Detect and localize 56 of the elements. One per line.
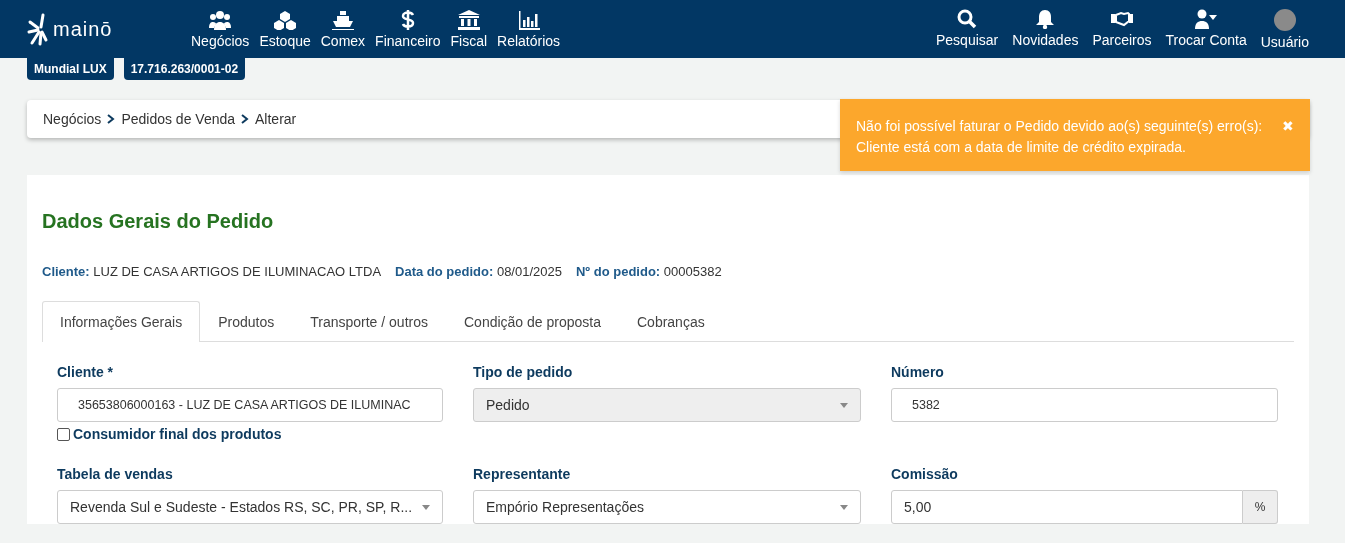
bell-icon — [1034, 8, 1057, 29]
nav-item[interactable]: Comex — [320, 7, 366, 51]
cubes-icon — [274, 9, 297, 30]
field-label: Número — [891, 364, 945, 380]
field-label: Tabela de vendas — [57, 466, 174, 482]
field-label: Representante — [473, 466, 572, 482]
caret-down-icon — [840, 402, 848, 408]
number-field[interactable]: 5,00 — [891, 490, 1243, 524]
nav-item[interactable]: Trocar Conta — [1165, 6, 1247, 52]
summary-item: Nº do pedido: 00005382 — [576, 264, 722, 279]
logo-text: mainō — [53, 17, 113, 41]
nav-item[interactable]: Negócios — [191, 7, 250, 51]
tab[interactable]: Transporte / outros — [292, 301, 446, 342]
nav-item[interactable]: Novidades — [1012, 6, 1079, 52]
nav-item[interactable]: Parceiros — [1092, 6, 1152, 52]
field-label: Tipo de pedido — [473, 364, 574, 380]
section-title: Dados Gerais do Pedido — [42, 209, 275, 233]
chevron-right-icon — [241, 114, 250, 124]
user-menu[interactable]: Usuário — [1260, 6, 1309, 52]
chevron-right-icon — [107, 114, 116, 124]
user-icon — [1195, 8, 1218, 29]
breadcrumb-link[interactable]: Negócios — [43, 111, 102, 127]
select-field: Pedido — [473, 388, 861, 422]
users-icon — [209, 9, 232, 30]
field-label: Cliente * — [57, 364, 114, 380]
bank-icon — [457, 9, 480, 30]
checkbox[interactable] — [57, 427, 70, 441]
nav-item[interactable]: Pesquisar — [936, 6, 999, 52]
select-field[interactable]: Revenda Sul e Sudeste - Estados RS, SC, PR, SP, R... — [57, 490, 443, 524]
avatar-icon — [1273, 8, 1296, 31]
breadcrumb-link[interactable]: Alterar — [255, 111, 297, 127]
breadcrumb-link[interactable]: Pedidos de Venda — [121, 111, 236, 127]
bar-chart-icon — [517, 9, 540, 30]
nav-item[interactable]: Financeiro — [375, 7, 441, 51]
ship-icon — [331, 9, 354, 30]
tab[interactable]: Informações Gerais — [42, 301, 201, 342]
select-field[interactable]: Empório Representações — [473, 490, 861, 524]
summary-item: Data do pedido: 08/01/2025 — [395, 264, 562, 279]
tab[interactable]: Cobranças — [619, 301, 723, 342]
text-field[interactable]: 5382 — [891, 388, 1278, 422]
tab[interactable]: Condição de proposta — [446, 301, 619, 342]
unit-addon: % — [1243, 490, 1278, 524]
nav-item[interactable]: Relatórios — [497, 7, 561, 51]
nav-item[interactable]: Fiscal — [450, 7, 488, 51]
caret-down-icon — [840, 504, 848, 510]
text-field[interactable]: 35653806000163 - LUZ DE CASA ARTIGOS DE ILUMINAC — [57, 388, 443, 422]
company-badge: Mundial LUX — [27, 58, 114, 80]
search-icon — [956, 8, 979, 29]
tab[interactable]: Produtos — [200, 301, 293, 342]
checkbox-label: Consumidor final dos produtos — [73, 426, 282, 442]
field-label: Comissão — [891, 466, 959, 482]
toast-message: Não foi possível faturar o Pedido devido ao(s) seguinte(s) erro(s): Cliente está com a data de limite de crédito expirada. — [856, 117, 1264, 157]
caret-down-icon — [422, 504, 430, 510]
company-badge: 17.716.263/0001-02 — [123, 58, 246, 80]
summary-item: Cliente: LUZ DE CASA ARTIGOS DE ILUMINACAO LTDA — [42, 264, 382, 279]
nav-item[interactable]: Estoque — [259, 7, 311, 51]
